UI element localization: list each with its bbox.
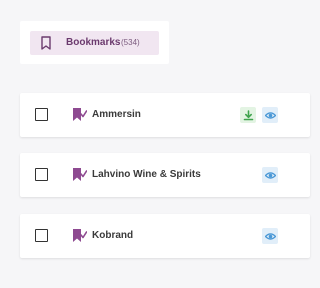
eye-icon <box>264 171 276 179</box>
bookmark-check-icon[interactable] <box>72 228 87 243</box>
row-checkbox[interactable] <box>35 229 48 242</box>
row-checkbox[interactable] <box>35 108 48 121</box>
bookmarks-header-card: Bookmarks (534) <box>20 21 169 64</box>
bookmark-check-icon[interactable] <box>72 107 87 122</box>
bookmark-icon <box>41 36 51 50</box>
download-icon <box>243 109 253 120</box>
view-button[interactable] <box>262 107 278 123</box>
item-name: Lahvino Wine & Spirits <box>92 169 201 180</box>
list-item[interactable]: Lahvino Wine & Spirits <box>20 153 310 197</box>
list-item[interactable]: Kobrand <box>20 214 310 258</box>
view-button[interactable] <box>262 228 278 244</box>
row-checkbox[interactable] <box>35 168 48 181</box>
eye-icon <box>264 232 276 240</box>
item-name: Kobrand <box>92 230 134 241</box>
list-item[interactable]: Ammersin <box>20 93 310 137</box>
bookmarks-filter-button[interactable]: Bookmarks (534) <box>30 31 159 55</box>
item-name: Ammersin <box>92 109 141 120</box>
view-button[interactable] <box>262 167 278 183</box>
bookmark-check-icon[interactable] <box>72 167 87 182</box>
eye-icon <box>264 111 276 119</box>
bookmarks-label: Bookmarks <box>66 37 121 48</box>
download-button[interactable] <box>240 107 256 123</box>
bookmarks-count: (534) <box>121 38 140 47</box>
